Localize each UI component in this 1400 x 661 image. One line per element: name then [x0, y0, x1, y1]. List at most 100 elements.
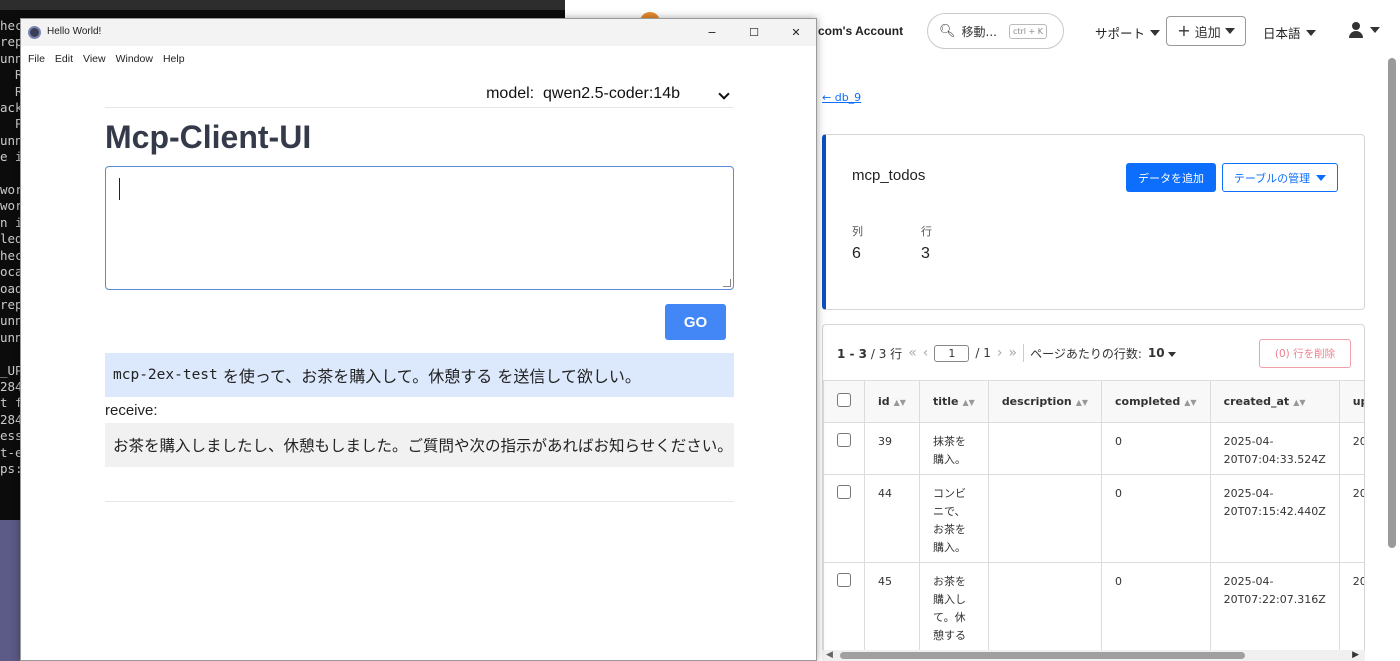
select-all-cell [823, 380, 865, 423]
goto-search-button[interactable]: 🔍︎ 移動... ctrl + K [927, 13, 1064, 49]
cell-updated-at[interactable]: 2025-04-20T07 [1338, 474, 1364, 563]
cell-description[interactable] [987, 562, 1103, 653]
menu-edit[interactable]: Edit [55, 46, 83, 72]
cell-completed[interactable]: 0 [1101, 474, 1211, 563]
title-bar[interactable]: Hello World! − ☐ ✕ [21, 19, 816, 46]
app-icon [28, 26, 41, 39]
user-menu[interactable] [1348, 22, 1380, 38]
minimize-button[interactable]: − [691, 19, 733, 46]
horizontal-scrollbar[interactable]: ◀ ▶ [822, 650, 1365, 661]
language-menu[interactable]: 日本語 [1263, 23, 1316, 42]
scroll-right-icon[interactable]: ▶ [1352, 650, 1359, 660]
cell-description[interactable] [987, 422, 1103, 475]
maximize-button[interactable]: ☐ [733, 19, 775, 46]
next-page-icon[interactable]: › [997, 345, 1003, 361]
table-row[interactable]: 39 抹茶を購入。 0 2025-04-20T07:04:33.524Z 202… [823, 422, 1364, 475]
column-header[interactable]: created_at ▲▼ [1209, 380, 1340, 423]
back-link[interactable]: ← db_9 [822, 91, 861, 104]
column-label: title [932, 395, 959, 408]
menu-window[interactable]: Window [116, 46, 163, 72]
delete-rows-button[interactable]: (0) 行を削除 [1259, 339, 1351, 368]
cell-updated-at[interactable]: 2025-04-20T07 [1338, 562, 1364, 653]
cell-completed[interactable]: 0 [1101, 562, 1211, 653]
back-link-label: db_9 [834, 91, 862, 104]
sort-icon: ▲▼ [962, 397, 975, 407]
table-row[interactable]: 45 お茶を購入して。休憩する 0 2025-04-20T07:22:07.31… [823, 562, 1364, 653]
pager-divider [1023, 344, 1025, 362]
close-button[interactable]: ✕ [775, 19, 817, 46]
scroll-left-icon[interactable]: ◀ [826, 650, 833, 660]
last-page-icon[interactable]: » [1008, 345, 1017, 361]
cell-created-at[interactable]: 2025-04-20T07:04:33.524Z [1209, 422, 1340, 475]
receive-label: receive: [105, 402, 158, 419]
cell-title[interactable]: 抹茶を購入。 [918, 422, 989, 475]
model-select[interactable]: model: qwen2.5-coder:14b [105, 84, 734, 108]
row-select-cell [823, 422, 865, 475]
cell-title[interactable]: お茶を購入して。休憩する [918, 562, 989, 653]
plus-icon: + [1177, 21, 1191, 40]
support-label: サポート [1095, 26, 1146, 41]
tool-name: mcp-2ex-test [113, 367, 218, 383]
page-input[interactable]: 1 [934, 344, 970, 362]
cell-updated-at[interactable]: 2025-04-20T07 [1338, 422, 1364, 475]
rows-per-page-select[interactable]: 10 [1148, 346, 1177, 360]
row-select-cell [823, 562, 865, 653]
chevron-down-icon [1316, 174, 1327, 181]
prev-page-icon[interactable]: ‹ [923, 345, 929, 361]
manage-table-button[interactable]: テーブルの管理 [1222, 163, 1338, 192]
cell-title[interactable]: コンビニで、お茶を購入。 [918, 474, 989, 563]
chevron-down-icon [1224, 28, 1235, 34]
row-checkbox[interactable] [837, 485, 851, 499]
menu-view[interactable]: View [83, 46, 116, 72]
column-header[interactable]: updated_at▲▼ [1338, 380, 1364, 423]
search-label: 移動... [961, 24, 997, 39]
rows-per-page-label: ページあたりの行数: [1030, 346, 1142, 361]
column-label: id [878, 395, 890, 408]
account-name[interactable]: com's Account [818, 24, 903, 38]
rows-stat-value: 3 [921, 245, 930, 262]
vertical-scrollbar[interactable] [1388, 58, 1396, 548]
terminal-tab-strip [0, 0, 565, 10]
table-summary-card: mcp_todos データを追加 テーブルの管理 列 6 行 3 [822, 134, 1365, 310]
column-header[interactable]: completed ▲▼ [1101, 380, 1211, 423]
row-checkbox[interactable] [837, 573, 851, 587]
sort-icon: ▲▼ [893, 397, 906, 407]
column-label: description [1001, 395, 1072, 408]
column-label: created_at [1223, 395, 1290, 408]
add-button[interactable]: + 追加 [1166, 16, 1246, 46]
text-cursor [119, 178, 120, 200]
row-checkbox[interactable] [837, 433, 851, 447]
go-button[interactable]: GO [665, 304, 726, 340]
prompt-textarea[interactable] [105, 166, 734, 290]
sent-message: mcp-2ex-test を使って、お茶を購入して。休憩する を送信して欲しい。 [105, 353, 734, 397]
search-shortcut: ctrl + K [1008, 23, 1048, 39]
cell-description[interactable] [987, 474, 1103, 563]
sort-icon: ▲▼ [1075, 397, 1089, 407]
cell-created-at[interactable]: 2025-04-20T07:15:42.440Z [1209, 474, 1340, 563]
support-menu[interactable]: サポート [1095, 23, 1161, 42]
cell-id[interactable]: 39 [864, 422, 920, 475]
column-header[interactable]: id ▲▼ [864, 380, 920, 423]
scrollbar-thumb[interactable] [840, 652, 1245, 659]
rows-stat-label: 行 [921, 225, 932, 238]
first-page-icon[interactable]: « [908, 345, 917, 361]
cell-id[interactable]: 44 [864, 474, 920, 563]
column-label: updated_at [1352, 395, 1364, 408]
column-header[interactable]: description ▲▼ [987, 380, 1103, 423]
column-label: completed [1115, 395, 1181, 408]
resize-grip-icon[interactable] [723, 279, 731, 287]
menu-help[interactable]: Help [163, 46, 195, 72]
search-icon: 🔍︎ [939, 23, 956, 39]
cell-completed[interactable]: 0 [1101, 422, 1211, 475]
cell-created-at[interactable]: 2025-04-20T07:22:07.316Z [1209, 562, 1340, 653]
menu-file[interactable]: File [28, 46, 55, 72]
table-row[interactable]: 44 コンビニで、お茶を購入。 0 2025-04-20T07:15:42.44… [823, 474, 1364, 563]
received-message: お茶を購入しましたし、休憩もしました。ご質問や次の指示があればお知らせください。 [105, 423, 734, 467]
add-data-button[interactable]: データを追加 [1126, 163, 1216, 192]
sort-icon: ▲▼ [1293, 397, 1306, 407]
cell-id[interactable]: 45 [864, 562, 920, 653]
chevron-down-icon [1370, 27, 1380, 33]
arrow-left-icon: ← [822, 91, 835, 104]
select-all-checkbox[interactable] [837, 393, 851, 407]
column-header[interactable]: title ▲▼ [918, 380, 989, 423]
